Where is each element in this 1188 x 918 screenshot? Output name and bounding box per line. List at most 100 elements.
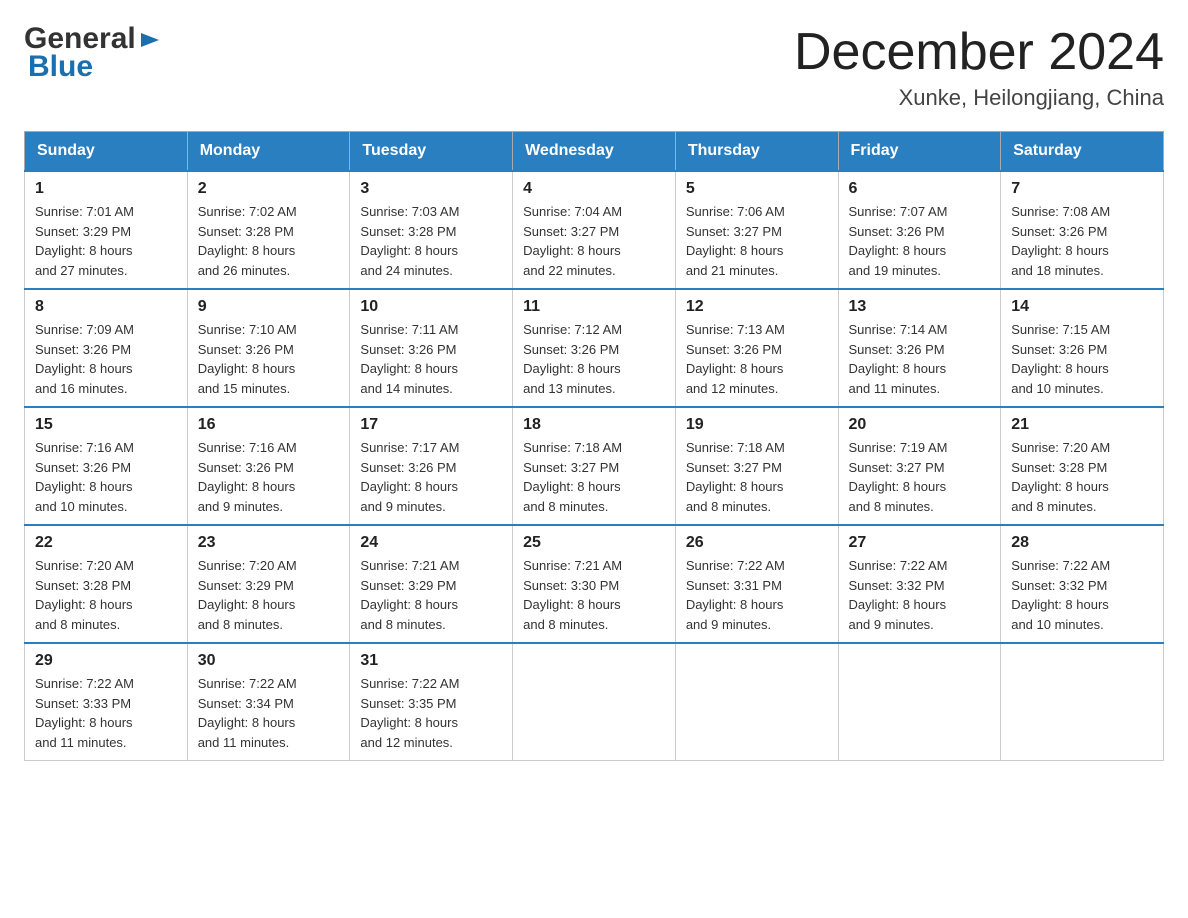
day-number: 13 — [849, 298, 991, 316]
calendar-cell: 15 Sunrise: 7:16 AMSunset: 3:26 PMDaylig… — [25, 407, 188, 525]
day-number: 3 — [360, 180, 502, 198]
calendar-cell: 23 Sunrise: 7:20 AMSunset: 3:29 PMDaylig… — [187, 525, 350, 643]
calendar-cell: 10 Sunrise: 7:11 AMSunset: 3:26 PMDaylig… — [350, 289, 513, 407]
page-header: General Blue December 2024 Xunke, Heilon… — [24, 24, 1164, 111]
day-number: 2 — [198, 180, 340, 198]
day-number: 31 — [360, 652, 502, 670]
day-info: Sunrise: 7:18 AMSunset: 3:27 PMDaylight:… — [523, 440, 622, 514]
day-number: 5 — [686, 180, 828, 198]
day-info: Sunrise: 7:16 AMSunset: 3:26 PMDaylight:… — [35, 440, 134, 514]
week-row-5: 29 Sunrise: 7:22 AMSunset: 3:33 PMDaylig… — [25, 643, 1164, 761]
day-info: Sunrise: 7:04 AMSunset: 3:27 PMDaylight:… — [523, 204, 622, 278]
calendar-cell: 13 Sunrise: 7:14 AMSunset: 3:26 PMDaylig… — [838, 289, 1001, 407]
calendar-cell: 22 Sunrise: 7:20 AMSunset: 3:28 PMDaylig… — [25, 525, 188, 643]
calendar-cell: 11 Sunrise: 7:12 AMSunset: 3:26 PMDaylig… — [513, 289, 676, 407]
day-info: Sunrise: 7:02 AMSunset: 3:28 PMDaylight:… — [198, 204, 297, 278]
day-number: 24 — [360, 534, 502, 552]
calendar-cell: 1 Sunrise: 7:01 AMSunset: 3:29 PMDayligh… — [25, 171, 188, 289]
calendar-cell: 31 Sunrise: 7:22 AMSunset: 3:35 PMDaylig… — [350, 643, 513, 761]
day-number: 15 — [35, 416, 177, 434]
month-title: December 2024 — [794, 24, 1164, 81]
day-info: Sunrise: 7:08 AMSunset: 3:26 PMDaylight:… — [1011, 204, 1110, 278]
day-info: Sunrise: 7:07 AMSunset: 3:26 PMDaylight:… — [849, 204, 948, 278]
col-saturday: Saturday — [1001, 132, 1164, 172]
day-info: Sunrise: 7:09 AMSunset: 3:26 PMDaylight:… — [35, 322, 134, 396]
logo-blue: Blue — [28, 50, 93, 83]
calendar-cell: 3 Sunrise: 7:03 AMSunset: 3:28 PMDayligh… — [350, 171, 513, 289]
day-info: Sunrise: 7:06 AMSunset: 3:27 PMDaylight:… — [686, 204, 785, 278]
day-info: Sunrise: 7:12 AMSunset: 3:26 PMDaylight:… — [523, 322, 622, 396]
day-number: 7 — [1011, 180, 1153, 198]
day-number: 9 — [198, 298, 340, 316]
day-number: 26 — [686, 534, 828, 552]
calendar-cell — [675, 643, 838, 761]
day-info: Sunrise: 7:18 AMSunset: 3:27 PMDaylight:… — [686, 440, 785, 514]
calendar-cell: 9 Sunrise: 7:10 AMSunset: 3:26 PMDayligh… — [187, 289, 350, 407]
day-number: 10 — [360, 298, 502, 316]
calendar-cell: 16 Sunrise: 7:16 AMSunset: 3:26 PMDaylig… — [187, 407, 350, 525]
day-number: 20 — [849, 416, 991, 434]
day-info: Sunrise: 7:19 AMSunset: 3:27 PMDaylight:… — [849, 440, 948, 514]
day-number: 16 — [198, 416, 340, 434]
day-number: 25 — [523, 534, 665, 552]
calendar-table: Sunday Monday Tuesday Wednesday Thursday… — [24, 131, 1164, 761]
calendar-cell: 18 Sunrise: 7:18 AMSunset: 3:27 PMDaylig… — [513, 407, 676, 525]
col-friday: Friday — [838, 132, 1001, 172]
calendar-cell: 25 Sunrise: 7:21 AMSunset: 3:30 PMDaylig… — [513, 525, 676, 643]
day-number: 12 — [686, 298, 828, 316]
day-info: Sunrise: 7:21 AMSunset: 3:29 PMDaylight:… — [360, 558, 459, 632]
calendar-cell: 24 Sunrise: 7:21 AMSunset: 3:29 PMDaylig… — [350, 525, 513, 643]
day-number: 23 — [198, 534, 340, 552]
day-number: 14 — [1011, 298, 1153, 316]
day-info: Sunrise: 7:22 AMSunset: 3:32 PMDaylight:… — [1011, 558, 1110, 632]
col-sunday: Sunday — [25, 132, 188, 172]
calendar-header-row: Sunday Monday Tuesday Wednesday Thursday… — [25, 132, 1164, 172]
calendar-cell: 8 Sunrise: 7:09 AMSunset: 3:26 PMDayligh… — [25, 289, 188, 407]
week-row-3: 15 Sunrise: 7:16 AMSunset: 3:26 PMDaylig… — [25, 407, 1164, 525]
day-info: Sunrise: 7:16 AMSunset: 3:26 PMDaylight:… — [198, 440, 297, 514]
day-info: Sunrise: 7:22 AMSunset: 3:33 PMDaylight:… — [35, 676, 134, 750]
day-number: 1 — [35, 180, 177, 198]
calendar-cell: 12 Sunrise: 7:13 AMSunset: 3:26 PMDaylig… — [675, 289, 838, 407]
day-number: 8 — [35, 298, 177, 316]
calendar-cell: 20 Sunrise: 7:19 AMSunset: 3:27 PMDaylig… — [838, 407, 1001, 525]
calendar-cell: 19 Sunrise: 7:18 AMSunset: 3:27 PMDaylig… — [675, 407, 838, 525]
day-info: Sunrise: 7:20 AMSunset: 3:28 PMDaylight:… — [1011, 440, 1110, 514]
day-number: 28 — [1011, 534, 1153, 552]
col-monday: Monday — [187, 132, 350, 172]
col-thursday: Thursday — [675, 132, 838, 172]
day-number: 18 — [523, 416, 665, 434]
week-row-2: 8 Sunrise: 7:09 AMSunset: 3:26 PMDayligh… — [25, 289, 1164, 407]
location-subtitle: Xunke, Heilongjiang, China — [794, 85, 1164, 111]
day-info: Sunrise: 7:21 AMSunset: 3:30 PMDaylight:… — [523, 558, 622, 632]
calendar-cell: 14 Sunrise: 7:15 AMSunset: 3:26 PMDaylig… — [1001, 289, 1164, 407]
day-info: Sunrise: 7:22 AMSunset: 3:34 PMDaylight:… — [198, 676, 297, 750]
day-info: Sunrise: 7:13 AMSunset: 3:26 PMDaylight:… — [686, 322, 785, 396]
day-info: Sunrise: 7:22 AMSunset: 3:32 PMDaylight:… — [849, 558, 948, 632]
calendar-cell: 17 Sunrise: 7:17 AMSunset: 3:26 PMDaylig… — [350, 407, 513, 525]
day-info: Sunrise: 7:22 AMSunset: 3:35 PMDaylight:… — [360, 676, 459, 750]
day-number: 22 — [35, 534, 177, 552]
day-info: Sunrise: 7:22 AMSunset: 3:31 PMDaylight:… — [686, 558, 785, 632]
day-info: Sunrise: 7:11 AMSunset: 3:26 PMDaylight:… — [360, 322, 458, 396]
day-number: 6 — [849, 180, 991, 198]
col-tuesday: Tuesday — [350, 132, 513, 172]
calendar-cell: 27 Sunrise: 7:22 AMSunset: 3:32 PMDaylig… — [838, 525, 1001, 643]
week-row-1: 1 Sunrise: 7:01 AMSunset: 3:29 PMDayligh… — [25, 171, 1164, 289]
calendar-cell: 5 Sunrise: 7:06 AMSunset: 3:27 PMDayligh… — [675, 171, 838, 289]
calendar-cell: 21 Sunrise: 7:20 AMSunset: 3:28 PMDaylig… — [1001, 407, 1164, 525]
week-row-4: 22 Sunrise: 7:20 AMSunset: 3:28 PMDaylig… — [25, 525, 1164, 643]
day-number: 29 — [35, 652, 177, 670]
calendar-cell: 6 Sunrise: 7:07 AMSunset: 3:26 PMDayligh… — [838, 171, 1001, 289]
calendar-cell: 29 Sunrise: 7:22 AMSunset: 3:33 PMDaylig… — [25, 643, 188, 761]
calendar-cell — [1001, 643, 1164, 761]
day-number: 4 — [523, 180, 665, 198]
calendar-cell: 30 Sunrise: 7:22 AMSunset: 3:34 PMDaylig… — [187, 643, 350, 761]
calendar-cell: 2 Sunrise: 7:02 AMSunset: 3:28 PMDayligh… — [187, 171, 350, 289]
day-info: Sunrise: 7:20 AMSunset: 3:28 PMDaylight:… — [35, 558, 134, 632]
calendar-cell: 4 Sunrise: 7:04 AMSunset: 3:27 PMDayligh… — [513, 171, 676, 289]
day-number: 11 — [523, 298, 665, 316]
calendar-cell: 28 Sunrise: 7:22 AMSunset: 3:32 PMDaylig… — [1001, 525, 1164, 643]
day-info: Sunrise: 7:01 AMSunset: 3:29 PMDaylight:… — [35, 204, 134, 278]
day-number: 17 — [360, 416, 502, 434]
